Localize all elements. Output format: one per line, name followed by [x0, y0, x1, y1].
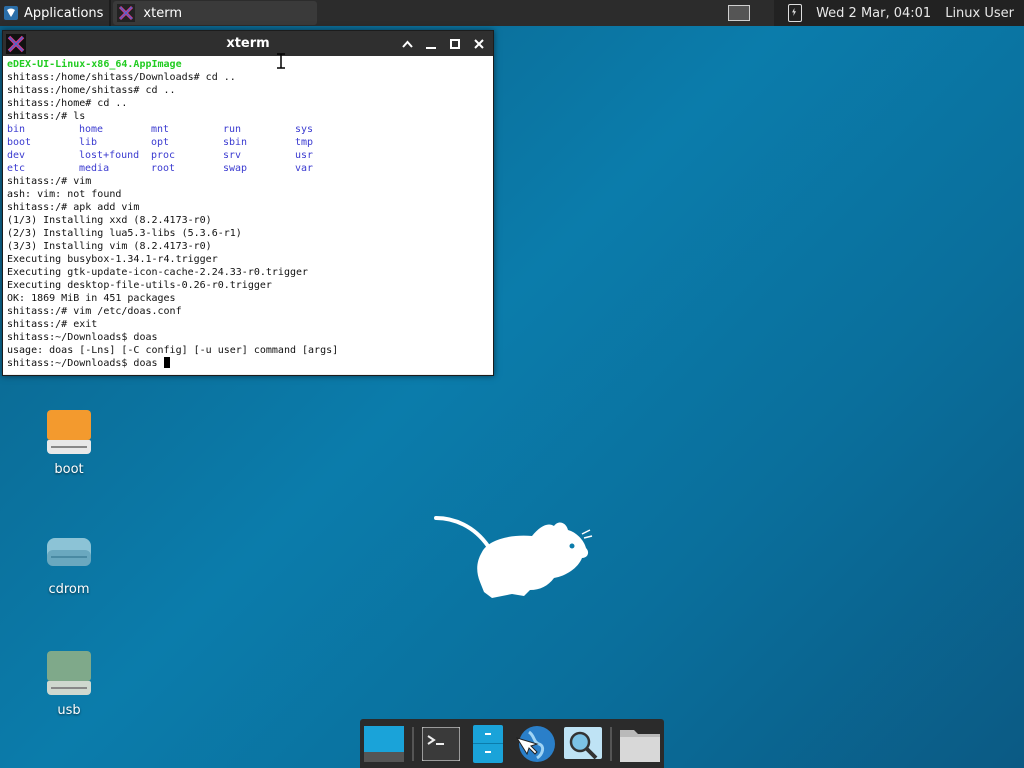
- user-menu[interactable]: Linux User: [945, 6, 1014, 21]
- ls-entry: srv: [223, 150, 242, 161]
- desktop-icon-label: cdrom: [48, 582, 90, 597]
- maximize-button[interactable]: [445, 34, 465, 54]
- terminal-line: shitass:/# exit: [7, 319, 98, 330]
- ls-entry: proc: [151, 150, 176, 161]
- clock[interactable]: Wed 2 Mar, 04:01: [816, 6, 931, 21]
- top-panel: Applications xterm Wed 2 Mar, 04:01 Linu…: [0, 0, 1024, 26]
- home-folder-launcher[interactable]: [619, 724, 660, 764]
- window-titlebar[interactable]: xterm: [3, 31, 493, 56]
- workspace-switcher[interactable]: [728, 5, 751, 21]
- panel-tray: Wed 2 Mar, 04:01 Linux User: [774, 0, 1024, 26]
- ls-entry: boot: [7, 137, 32, 148]
- taskbar-item-label: xterm: [143, 5, 182, 21]
- ls-entry: usr: [295, 150, 314, 161]
- globe-icon: [516, 725, 556, 762]
- applications-menu-button[interactable]: Applications: [0, 0, 109, 26]
- dock-separator: [412, 726, 414, 761]
- terminal-line: shitass:/home# cd ..: [7, 98, 128, 109]
- xfce-mouse-logo: [434, 516, 593, 598]
- file-cabinet-icon: [472, 724, 503, 763]
- search-launcher[interactable]: [563, 724, 602, 764]
- ls-entry: opt: [151, 137, 170, 148]
- terminal-output[interactable]: eDEX-UI-Linux-x86_64.AppImage shitass:/h…: [3, 56, 493, 374]
- ls-entry: media: [79, 163, 110, 174]
- window-controls: [397, 34, 489, 54]
- web-browser-launcher[interactable]: [515, 724, 556, 764]
- terminal-line: OK: 1869 MiB in 451 packages: [7, 293, 176, 304]
- ls-entry: tmp: [295, 137, 314, 148]
- terminal-line: shitass:/home/shitass/Downloads# cd ..: [7, 72, 236, 83]
- ls-entry: etc: [7, 163, 26, 174]
- terminal-prompt: shitass:~/Downloads$ doas: [7, 358, 164, 369]
- file-manager-launcher[interactable]: [469, 724, 508, 764]
- terminal-prompt-line[interactable]: shitass:~/Downloads$ doas: [7, 357, 489, 370]
- ls-entry: mnt: [151, 124, 170, 135]
- usb-drive-icon: [47, 651, 91, 695]
- terminal-line: (1/3) Installing xxd (8.2.4173-r0): [7, 215, 212, 226]
- desktop-icon-boot[interactable]: boot: [24, 410, 114, 477]
- ls-row: bin home mnt run sys: [7, 123, 489, 136]
- terminal-line: Executing gtk-update-icon-cache-2.24.33-…: [7, 267, 309, 278]
- terminal-line: (2/3) Installing lua5.3-libs (5.3.6-r1): [7, 228, 242, 239]
- xterm-icon[interactable]: [6, 33, 26, 54]
- terminal-line: Executing desktop-file-utils-0.26-r0.tri…: [7, 280, 272, 291]
- ls-entry: sbin: [223, 137, 248, 148]
- cdrom-drive-icon: [47, 538, 91, 566]
- ls-entry: lib: [79, 137, 98, 148]
- terminal-line: shitass:/# ls: [7, 111, 86, 122]
- desktop-icon: [364, 725, 404, 762]
- close-button[interactable]: [469, 34, 489, 54]
- xterm-window[interactable]: xterm eDEX-UI-Linux-x86_64.AppImage shit…: [2, 30, 494, 376]
- terminal-line: eDEX-UI-Linux-x86_64.AppImage: [7, 59, 182, 70]
- minimize-button[interactable]: [421, 34, 441, 54]
- show-desktop-button[interactable]: [364, 724, 404, 764]
- search-icon: [563, 726, 602, 759]
- dock: [360, 719, 664, 768]
- ls-entry: root: [151, 163, 176, 174]
- ls-entry: dev: [7, 150, 26, 161]
- terminal-line: shitass:/# vim: [7, 176, 92, 187]
- terminal-line: shitass:/# vim /etc/doas.conf: [7, 306, 182, 317]
- chevron-up-icon[interactable]: [397, 34, 417, 54]
- terminal-line: shitass:/home/shitass# cd ..: [7, 85, 176, 96]
- panel-separator: [109, 0, 112, 26]
- ls-entry: bin: [7, 124, 26, 135]
- ls-entry: run: [223, 124, 242, 135]
- terminal-line: usage: doas [-Lns] [-C config] [-u user]…: [7, 345, 339, 356]
- ibeam-cursor-icon: [277, 53, 285, 69]
- taskbar-item-xterm[interactable]: xterm: [113, 1, 318, 25]
- xterm-icon: [117, 4, 136, 22]
- ls-row: dev lost+found proc srv usr: [7, 149, 489, 162]
- ls-entry: var: [295, 163, 314, 174]
- ls-entry: sys: [295, 124, 314, 135]
- battery-icon[interactable]: [788, 4, 803, 22]
- desktop-icon-cdrom[interactable]: cdrom: [24, 530, 114, 597]
- terminal-launcher[interactable]: [422, 724, 461, 764]
- terminal-line: Executing busybox-1.34.1-r4.trigger: [7, 254, 218, 265]
- ls-entry: lost+found: [79, 150, 140, 161]
- applications-label: Applications: [24, 5, 104, 21]
- folder-icon: [619, 729, 660, 762]
- dock-separator: [610, 726, 612, 761]
- desktop-icon-label: boot: [54, 462, 84, 477]
- ls-entry: home: [79, 124, 104, 135]
- ls-row: boot lib opt sbin tmp: [7, 136, 489, 149]
- desktop-icon-label: usb: [57, 703, 81, 718]
- terminal-line: shitass:~/Downloads$ doas: [7, 332, 158, 343]
- xfce-logo-icon: [4, 6, 18, 20]
- terminal-line: ash: vim: not found: [7, 189, 122, 200]
- drive-icon: [47, 410, 91, 454]
- ls-entry: swap: [223, 163, 248, 174]
- terminal-line: (3/3) Installing vim (8.2.4173-r0): [7, 241, 212, 252]
- text-cursor: [163, 357, 170, 368]
- panel-spacer: [317, 0, 728, 26]
- terminal-icon: [422, 726, 461, 761]
- desktop-icon-usb[interactable]: usb: [24, 651, 114, 718]
- ls-row: etc media root swap var: [7, 162, 489, 175]
- terminal-line: shitass:/# apk add vim: [7, 202, 140, 213]
